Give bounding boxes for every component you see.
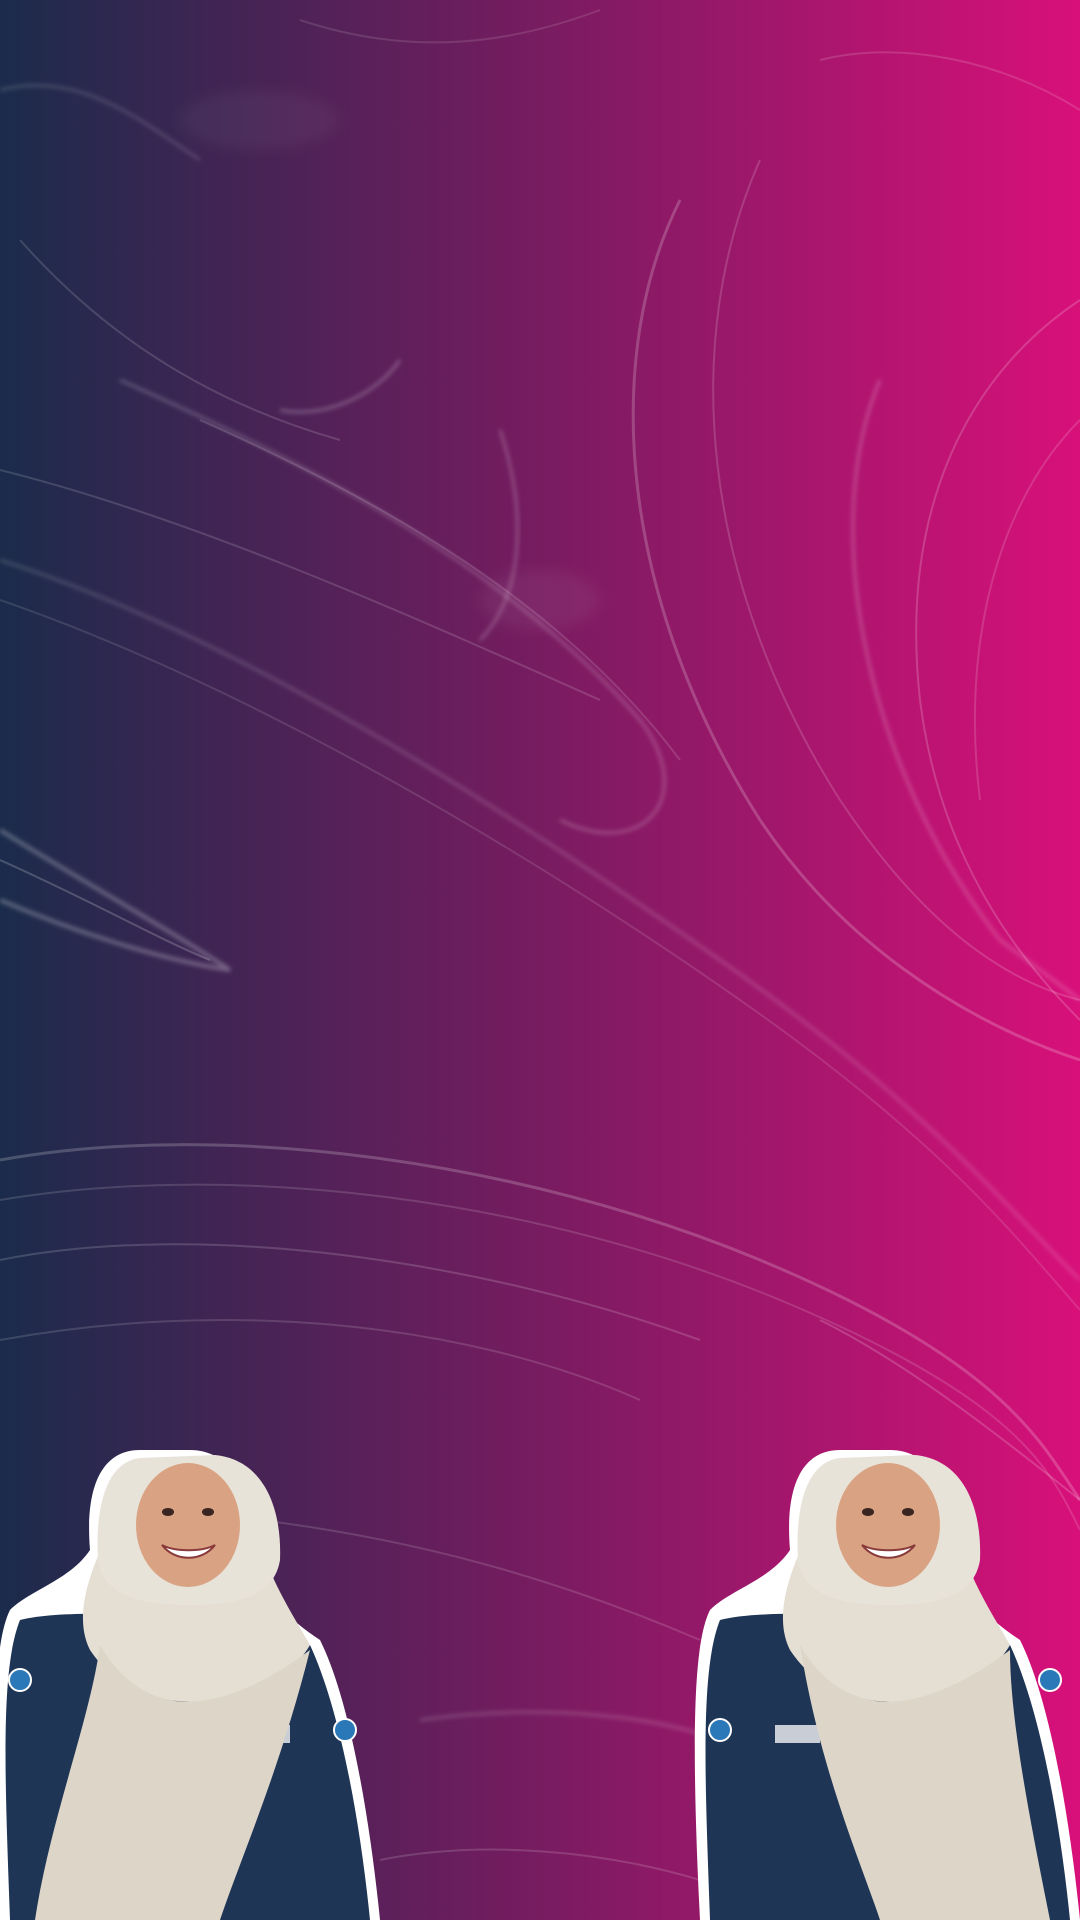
- eye-icon: [162, 1508, 174, 1516]
- person-left-cutout: [0, 1450, 380, 1920]
- badge-icon: [8, 1668, 32, 1692]
- person-right-cutout: [694, 1450, 1080, 1920]
- face: [836, 1463, 940, 1587]
- badge-icon: [708, 1718, 732, 1742]
- badge-icon: [333, 1718, 357, 1742]
- eye-icon: [202, 1508, 214, 1516]
- name-tag: [775, 1725, 820, 1743]
- badge-icon: [1038, 1668, 1062, 1692]
- eye-icon: [862, 1508, 874, 1516]
- face: [136, 1463, 240, 1587]
- photo-canvas: [0, 0, 1080, 1920]
- eye-icon: [902, 1508, 914, 1516]
